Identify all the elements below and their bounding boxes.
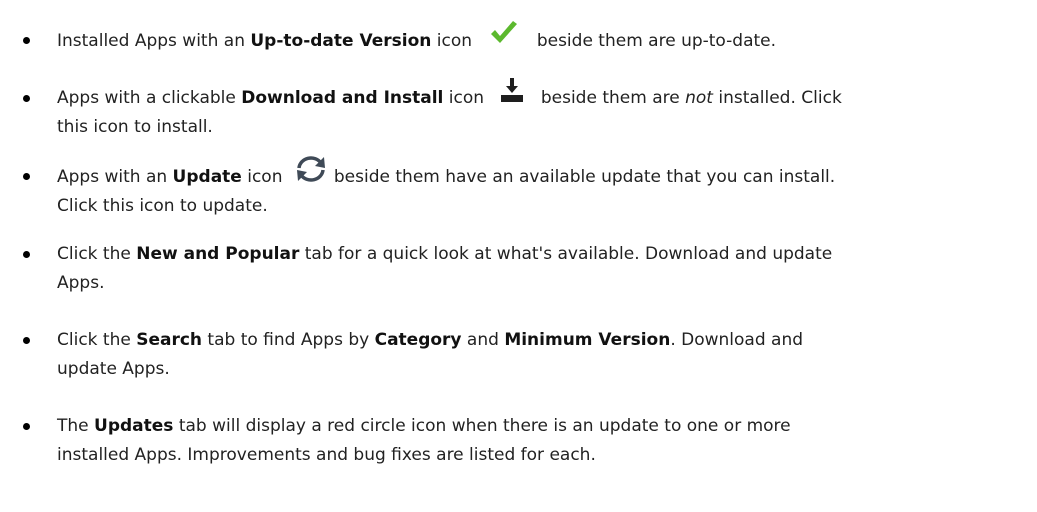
bullet-text: Installed Apps with an Up-to-date Versio…: [57, 21, 1025, 56]
bullet-dot: [23, 95, 30, 102]
bold-term-download-and-install: Download and Install: [241, 88, 444, 108]
bullet-text: Apps with a clickable Download and Insta…: [57, 78, 1025, 142]
text-run: beside them are up-to-date.: [536, 31, 777, 51]
text-run: tab to find Apps by: [202, 330, 375, 350]
text-run: installed. Click: [712, 88, 842, 108]
text-run: icon: [241, 167, 283, 187]
bold-term-up-to-date-version: Up-to-date Version: [250, 31, 432, 51]
text-run: tab will display a red circle icon when …: [173, 416, 791, 436]
bullet-dot: [23, 173, 30, 180]
text-run: Click this icon to update.: [57, 196, 268, 216]
bullet-dot: [23, 337, 30, 344]
bullet-text: Click the Search tab to find Apps by Cat…: [57, 326, 1025, 384]
text-run: this icon to install.: [57, 117, 213, 137]
text-run: icon: [431, 31, 473, 51]
bullet-dot: [23, 251, 30, 258]
text-run: Apps.: [57, 273, 105, 293]
bullet-text: Click the New and Popular tab for a quic…: [57, 240, 1025, 298]
text-run: Apps with a clickable: [57, 88, 242, 108]
text-run: . Download and: [670, 330, 804, 350]
bullet-text: Apps with an Update icon beside them hav…: [57, 156, 1025, 221]
text-run: beside them have an available update tha…: [333, 167, 836, 187]
download-install-icon: [501, 78, 524, 102]
bold-term-minimum-version: Minimum Version: [504, 330, 671, 350]
text-run: tab for a quick look at what's available…: [299, 244, 833, 264]
bold-term-category: Category: [374, 330, 462, 350]
text-run: update Apps.: [57, 359, 170, 379]
text-run: icon: [443, 88, 485, 108]
text-run: Installed Apps with an: [57, 31, 251, 51]
text-run: and: [461, 330, 505, 350]
text-run: The: [57, 416, 95, 436]
text-run: Click the: [57, 330, 137, 350]
bold-term-updates: Updates: [94, 416, 174, 436]
bullet-text: The Updates tab will display a red circl…: [57, 412, 1025, 470]
text-run: Apps with an: [57, 167, 173, 187]
bold-term-new-and-popular: New and Popular: [136, 244, 300, 264]
italic-not: not: [685, 88, 713, 108]
refresh-update-icon: [296, 156, 325, 182]
bullet-dot: [23, 423, 30, 430]
bold-term-update: Update: [172, 167, 242, 187]
text-run: beside them are: [540, 88, 686, 108]
green-check-icon: [491, 21, 518, 43]
text-run: installed Apps. Improvements and bug fix…: [57, 445, 596, 465]
bullet-dot: [23, 37, 30, 44]
text-run: Click the: [57, 244, 137, 264]
bold-term-search: Search: [136, 330, 203, 350]
